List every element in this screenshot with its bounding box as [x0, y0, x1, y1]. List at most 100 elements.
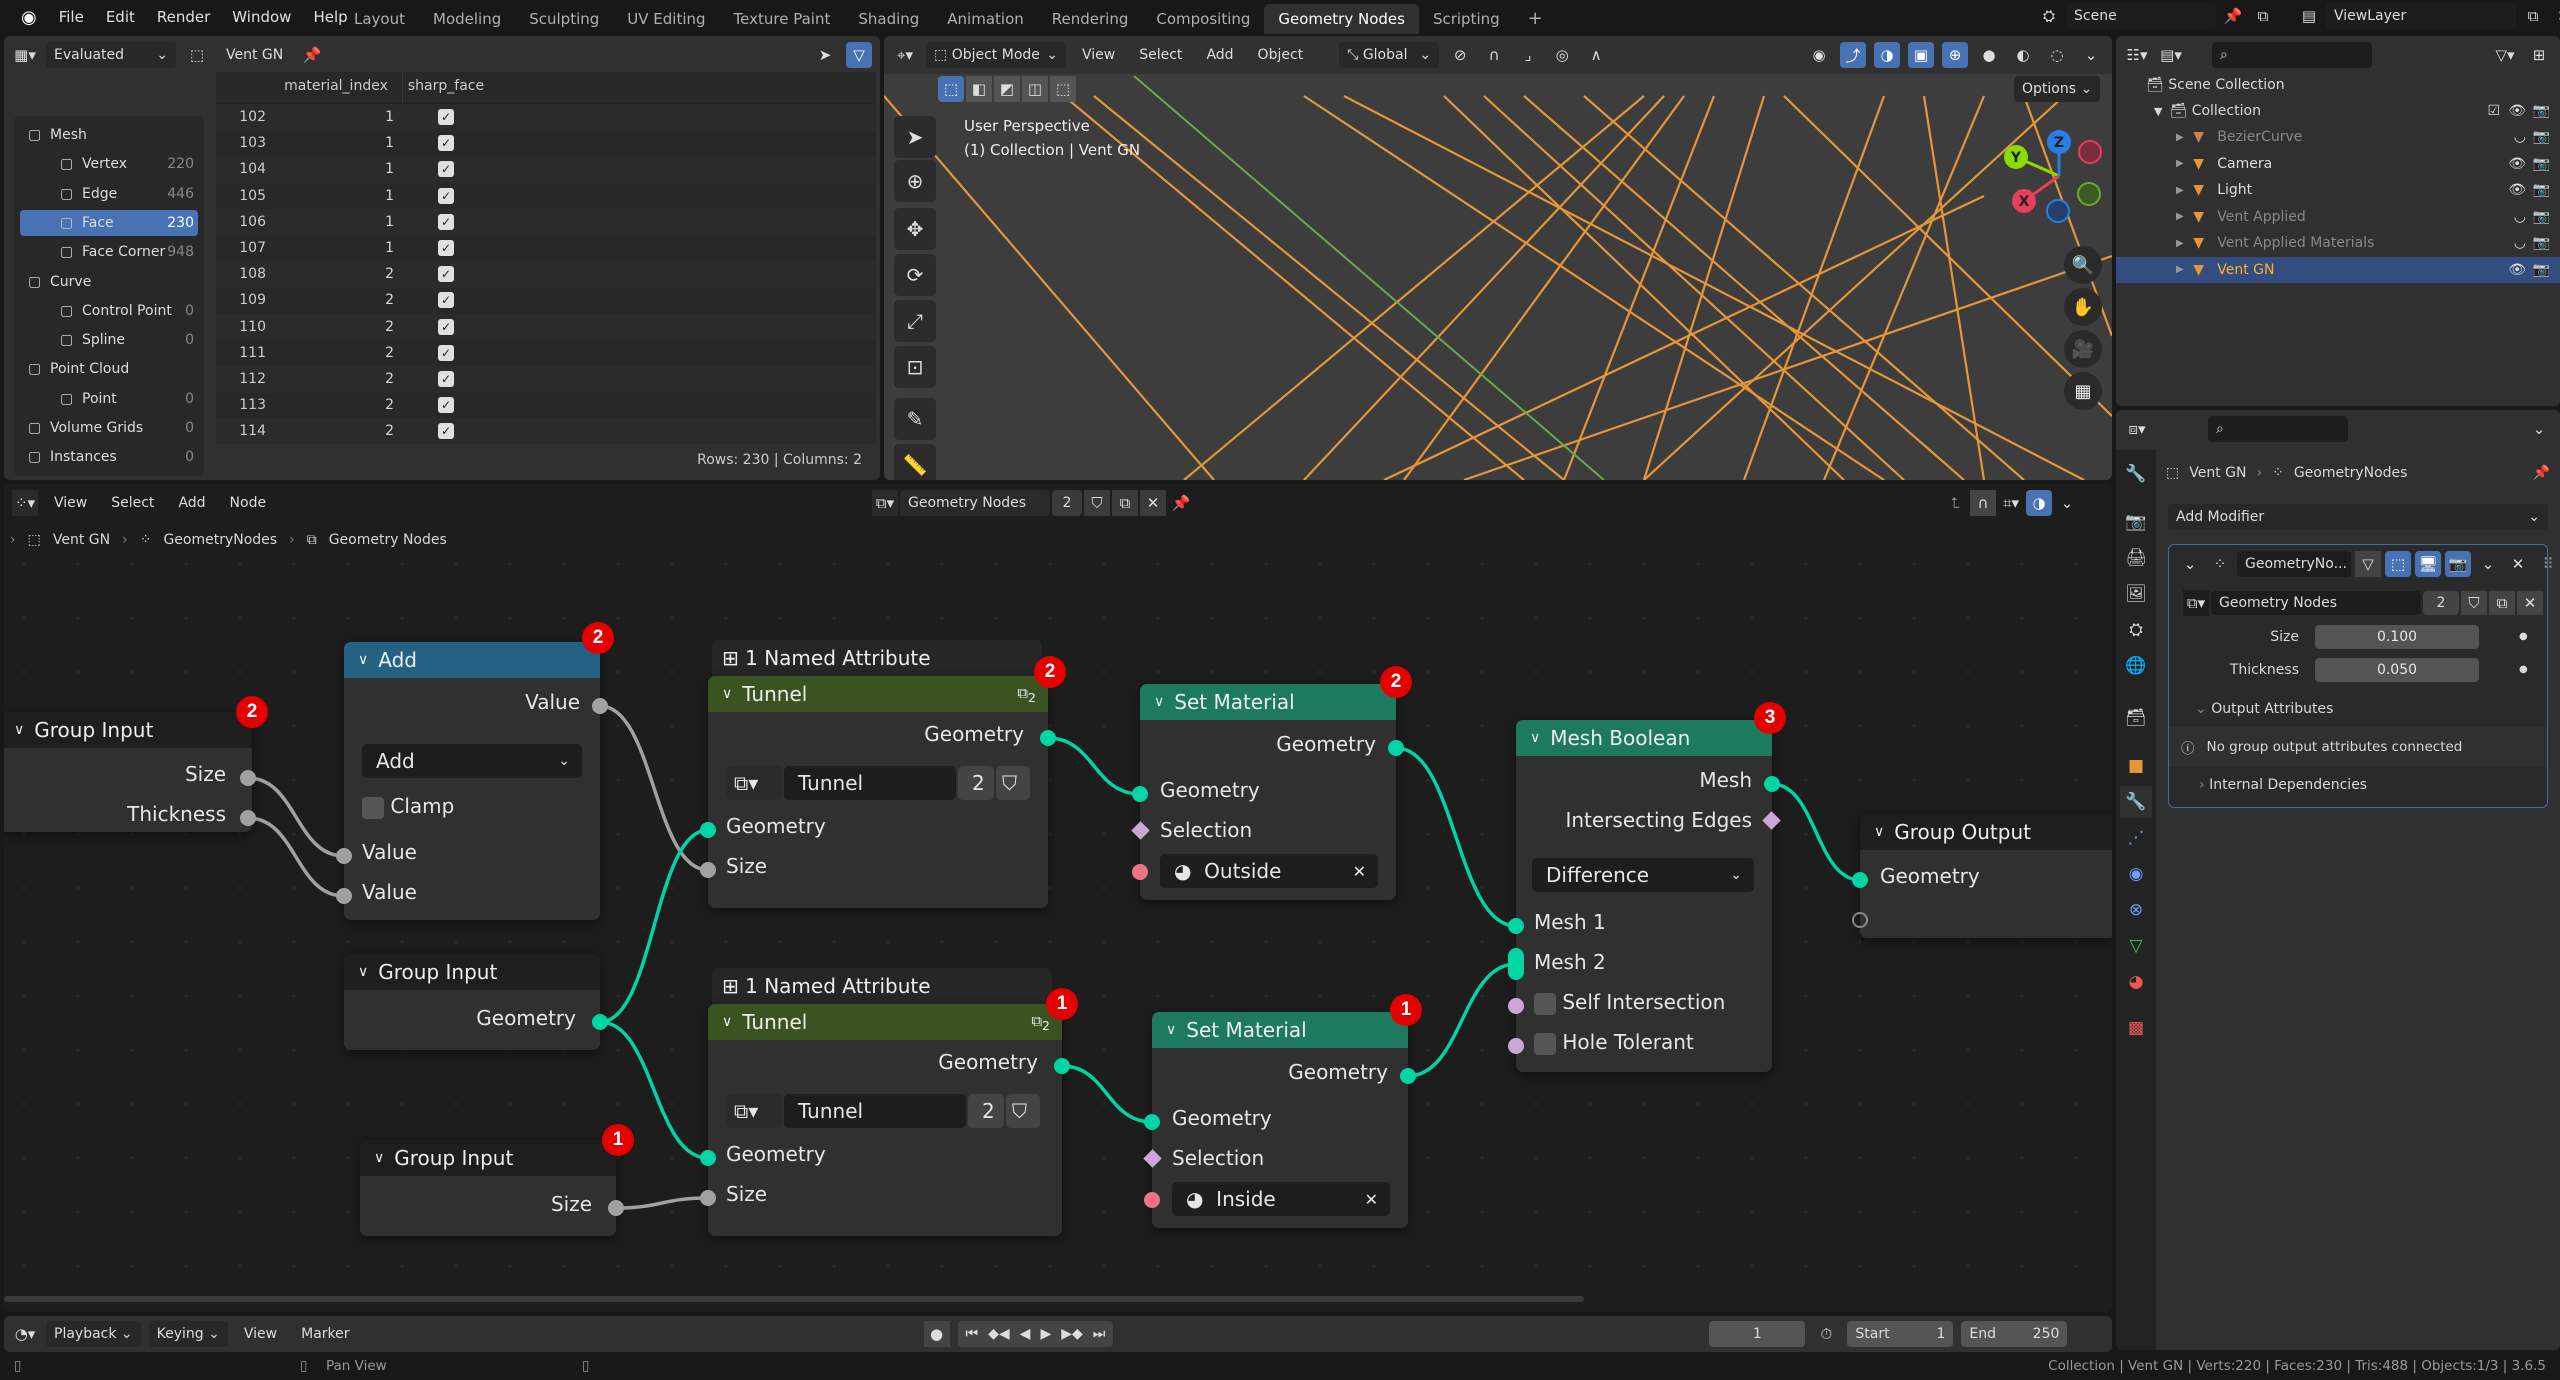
3d-viewport[interactable]: ⌖▾ ⬚ Object Mode ⌄ View Select Add Object… [884, 36, 2112, 480]
node-tree-icon[interactable]: ⧉▾ [2183, 590, 2209, 616]
node-link[interactable] [1771, 782, 1861, 882]
self-intersection-box[interactable] [1534, 992, 1556, 1015]
pan-view-icon[interactable]: ✋ [2064, 288, 2102, 326]
render-camera-icon[interactable]: 📷 [2533, 235, 2550, 251]
scene-collection-row[interactable]: 🗃 Scene Collection [2116, 72, 2560, 98]
physics-tab-icon[interactable]: ◉ [2120, 858, 2152, 890]
scene-selector[interactable]: Scene [2066, 3, 2216, 29]
domain-item[interactable]: ▢ Curve [20, 269, 198, 295]
users-count[interactable]: 2 [958, 766, 994, 800]
input-socket-self-intersection[interactable] [1508, 998, 1524, 1014]
outliner-item[interactable]: ▶ ▼ Light 👁 📷 [2116, 177, 2560, 203]
drag-handle-icon[interactable]: ⠿ [2535, 551, 2560, 577]
viewport-menu-add[interactable]: Add [1198, 42, 1241, 68]
eye-closed-icon[interactable]: ◡ [2514, 209, 2526, 225]
node-header[interactable]: ∨ Tunnel ⧉2 [708, 1004, 1062, 1040]
display-mode-icon[interactable]: ▤▾ [2158, 42, 2184, 68]
node-header[interactable]: ∨ Group Output [1860, 814, 2112, 850]
eye-icon[interactable]: 👁 [2508, 156, 2526, 172]
keyframe-dot-icon[interactable]: ● [2519, 658, 2528, 682]
column-header-sharp-face[interactable]: sharp_face [406, 78, 486, 94]
end-frame-field[interactable]: End 250 [1961, 1321, 2068, 1347]
node-header[interactable]: ∨ Add [344, 642, 600, 678]
menu-window[interactable]: Window [221, 8, 302, 26]
collapse-chevron-icon[interactable]: ∨ [722, 1014, 732, 1030]
transform-tool[interactable]: ⊡ [894, 346, 936, 388]
particles-tab-icon[interactable]: ⋰ [2120, 822, 2152, 854]
eye-closed-icon[interactable]: ◡ [2514, 129, 2526, 145]
node-link[interactable] [1407, 962, 1517, 1078]
tool-tab-icon[interactable]: 🔧 [2120, 458, 2152, 490]
input-socket-geometry[interactable] [1132, 786, 1148, 802]
input-socket-value-b[interactable] [336, 888, 352, 904]
fake-user-icon[interactable]: ⛉ [2461, 591, 2487, 615]
boolean-operation-dropdown[interactable]: Difference ⌄ [1532, 858, 1754, 892]
collapse-chevron-icon[interactable]: ∨ [1530, 730, 1540, 746]
tab-rendering[interactable]: Rendering [1038, 4, 1143, 34]
pin-icon[interactable]: 📌 [2220, 3, 2246, 29]
domain-item[interactable]: ▢ Volume Grids 0 [20, 415, 198, 441]
modifier-name-field[interactable]: GeometryNo... [2237, 551, 2351, 577]
remove-view-layer-icon[interactable]: ✕ [2550, 3, 2560, 29]
select-extend-icon[interactable]: ◧ [966, 76, 992, 102]
node-group-output[interactable]: ∨ Group Output Geometry [1852, 814, 2112, 938]
operation-dropdown[interactable]: Add ⌄ [362, 744, 582, 778]
outliner-item[interactable]: ▶ ▼ Vent GN 👁 📷 [2116, 256, 2560, 283]
node-set-material-inside[interactable]: ∨ Set Material Geometry Geometry Selectio… [1143, 1012, 1416, 1228]
tab-modeling[interactable]: Modeling [419, 4, 515, 34]
start-frame-field[interactable]: Start 1 [1847, 1321, 1954, 1347]
output-socket-value[interactable] [592, 698, 608, 714]
view-layer-icon[interactable]: ▤ [2296, 3, 2322, 29]
blender-logo-icon[interactable]: ◉ [10, 7, 48, 28]
rotate-tool[interactable]: ⟳ [894, 254, 936, 296]
render-camera-icon[interactable]: 📷 [2533, 129, 2550, 145]
node-header[interactable]: ∨ Group Input [360, 1140, 616, 1176]
texture-tab-icon[interactable]: ▩ [2120, 1012, 2152, 1044]
collection-tab-icon[interactable]: 🗃 [2120, 702, 2152, 734]
playback-menu[interactable]: Playback ⌄ [46, 1321, 141, 1347]
thickness-field[interactable]: 0.050 [2315, 658, 2479, 682]
overlay-toggle-icon[interactable]: ◑ [1874, 42, 1900, 68]
output-socket-geometry[interactable] [1388, 740, 1404, 756]
input-socket-hole-tolerant[interactable] [1508, 1038, 1524, 1054]
hole-tolerant-box[interactable] [1534, 1032, 1556, 1055]
properties-search[interactable]: ⌕ [2208, 416, 2348, 442]
frame-named-attribute-bottom[interactable]: ⊞ 1 Named Attribute [712, 968, 1052, 1004]
node-header[interactable]: ∨ Set Material [1140, 684, 1396, 720]
render-camera-icon[interactable]: 📷 [2533, 262, 2550, 278]
proportional-edit-icon[interactable]: ◎ [1549, 42, 1575, 68]
domain-item[interactable]: ▢ Face 230 [20, 209, 198, 236]
collapse-chevron-icon[interactable]: ∨ [14, 722, 24, 738]
menu-edit[interactable]: Edit [95, 8, 146, 26]
play-icon[interactable]: ▶ [1040, 1326, 1051, 1342]
view-layer-tab-icon[interactable]: 🖼 [2120, 578, 2152, 610]
node-link[interactable] [247, 816, 345, 898]
gizmo-toggle-icon[interactable]: ⤴ [1840, 42, 1866, 68]
collapse-chevron-icon[interactable]: ∨ [1874, 824, 1884, 840]
select-new-icon[interactable]: ⬚ [938, 76, 964, 102]
disclosure-triangle-icon[interactable]: ▶ [2176, 132, 2193, 143]
output-socket-geometry[interactable] [1040, 730, 1056, 746]
domain-item[interactable]: ▢ Spline 0 [20, 327, 198, 353]
tab-uv-editing[interactable]: UV Editing [613, 4, 719, 34]
node-group-input-size-thickness[interactable]: ∨ Group Input Size Thickness [4, 712, 256, 832]
world-tab-icon[interactable]: 🌐 [2120, 650, 2152, 682]
rendered-shading-icon[interactable]: ◌ [2044, 42, 2070, 68]
eye-icon[interactable]: 👁 [2508, 103, 2526, 119]
edit-mode-toggle-icon[interactable]: ▽ [2355, 551, 2381, 577]
options-chevron-icon[interactable]: ⌄ [2526, 416, 2552, 442]
output-tab-icon[interactable]: 🖨 [2120, 542, 2152, 574]
render-camera-icon[interactable]: 📷 [2533, 209, 2550, 225]
users-count[interactable]: 2 [968, 1094, 1004, 1128]
collection-row[interactable]: ▼ 🗃 Collection ☑ 👁 📷 [2116, 98, 2560, 124]
fake-user-icon[interactable]: ⛉ [1006, 1094, 1040, 1128]
navigation-gizmo[interactable]: Y Z X [1994, 126, 2104, 236]
editor-type-icon[interactable]: ⧈▾ [2124, 416, 2150, 442]
output-socket-size[interactable] [240, 770, 256, 786]
collapse-chevron-icon[interactable]: ∨ [722, 686, 732, 702]
collapse-chevron-icon[interactable]: ∨ [358, 964, 368, 980]
collapse-chevron-icon[interactable]: ∨ [1166, 1022, 1176, 1038]
add-workspace-button[interactable]: + [1514, 4, 1557, 34]
input-socket-geometry[interactable] [700, 1150, 716, 1166]
wireframe-shading-icon[interactable]: ⊕ [1942, 42, 1968, 68]
